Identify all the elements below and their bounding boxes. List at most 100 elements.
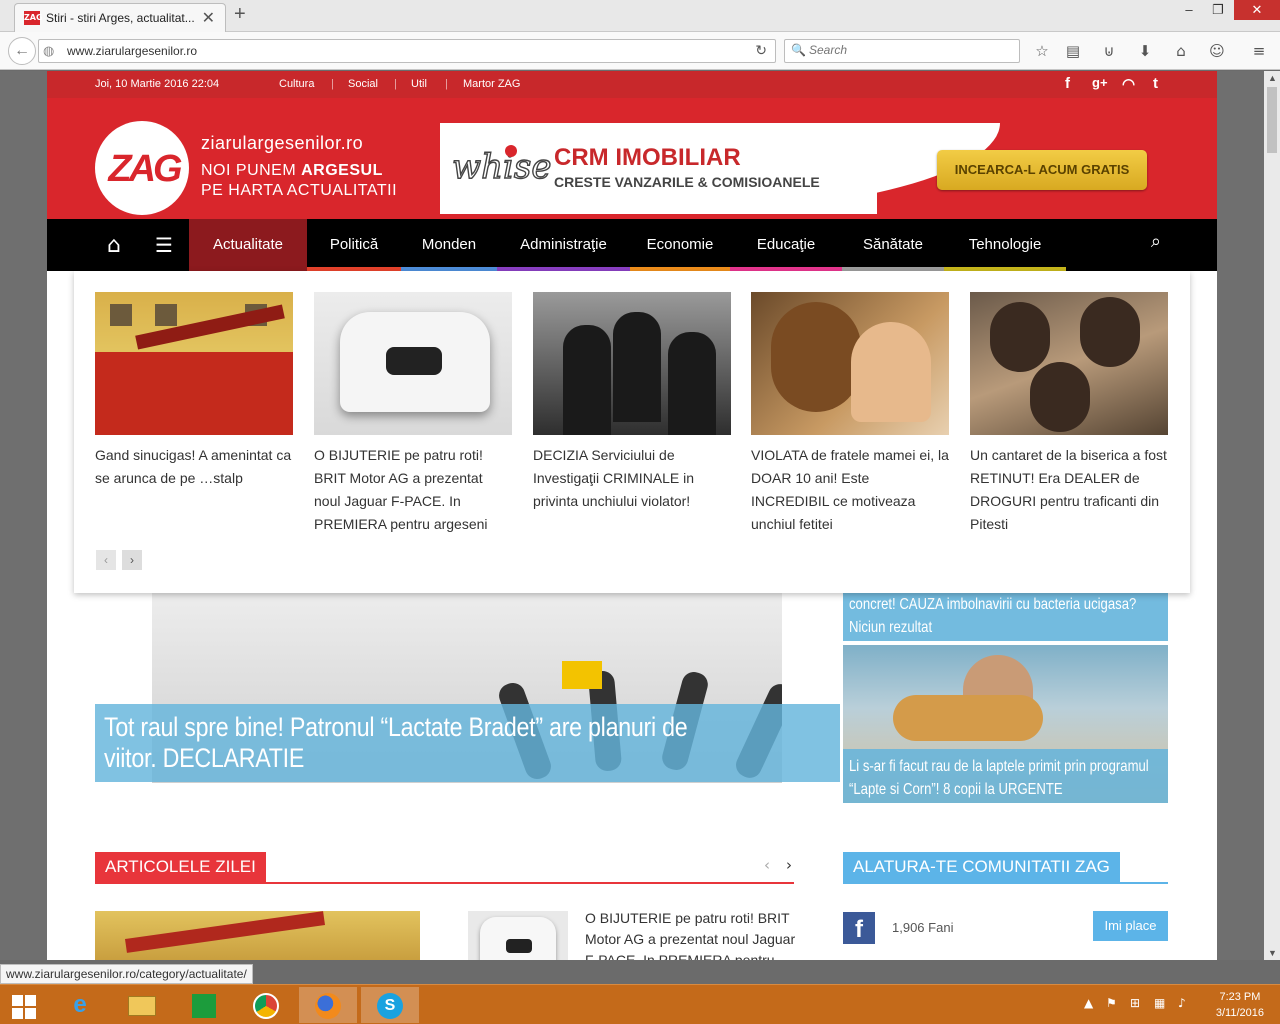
scroll-thumb[interactable] — [1267, 87, 1277, 153]
internet-explorer-icon[interactable]: e — [51, 987, 109, 1023]
home-icon[interactable]: ⌂ — [107, 233, 121, 258]
articole-next-icon[interactable]: › — [786, 856, 792, 874]
card-title[interactable]: DECIZIA Serviciului de Investigaţii CRIM… — [533, 444, 731, 513]
twitter-icon[interactable]: t — [1153, 75, 1158, 92]
image-figure — [95, 352, 293, 435]
community-rule — [843, 882, 1168, 884]
toplink-util[interactable]: Util — [411, 78, 427, 90]
page-viewport: Joi, 10 Martie 2016 22:04 Cultura | Soci… — [0, 71, 1264, 960]
site-search-icon[interactable]: ⌕ — [1151, 231, 1161, 252]
search-bar[interactable]: 🔍 — [784, 39, 1020, 63]
dropdown-card[interactable]: O BIJUTERIE pe patru roti! BRIT Motor AG… — [314, 292, 512, 536]
nav-monden[interactable]: Monden — [401, 219, 497, 271]
site-name[interactable]: ziarulargesenilor.ro — [201, 133, 363, 154]
dropdown-card[interactable]: DECIZIA Serviciului de Investigaţii CRIM… — [533, 292, 731, 513]
back-icon[interactable]: ← — [8, 37, 36, 65]
hero-title[interactable]: Tot raul spre bine! Patronul “Lactate Br… — [104, 712, 723, 774]
start-button[interactable] — [0, 987, 58, 1023]
card-title[interactable]: Gand sinucigas! A amenintat ca se arunca… — [95, 444, 293, 490]
side-story-1[interactable]: concret! CAUZA imbolnavirii cu bacteria … — [843, 586, 1168, 641]
slogan-line2: PE HARTA ACTUALITATII — [201, 182, 398, 199]
nav-tehnologie[interactable]: Tehnologie — [944, 219, 1066, 271]
card-title[interactable]: O BIJUTERIE pe patru roti! BRIT Motor AG… — [314, 444, 512, 536]
search-input[interactable] — [809, 43, 1009, 57]
minimize-icon[interactable]: – — [1174, 0, 1204, 20]
facebook-icon[interactable]: f — [1065, 75, 1070, 92]
firefox-icon[interactable] — [299, 987, 357, 1023]
dropdown-card[interactable]: Un cantaret de la biserica a fost RETINU… — [970, 292, 1168, 536]
page-scrollbar[interactable]: ▲ ▼ — [1264, 71, 1280, 960]
card-thumbnail[interactable] — [533, 292, 731, 435]
side-story-2-title[interactable]: Li s-ar fi facut rau de la laptele primi… — [849, 755, 1161, 801]
home-icon[interactable]: ⌂ — [1170, 40, 1192, 62]
nav-politica[interactable]: Politică — [307, 219, 401, 271]
card-title[interactable]: Un cantaret de la biserica a fost RETINU… — [970, 444, 1168, 536]
pocket-icon[interactable]: ⊍ — [1098, 40, 1120, 62]
articole-thumb[interactable] — [468, 911, 568, 960]
image-figure — [386, 347, 442, 375]
side-story-1-title[interactable]: concret! CAUZA imbolnavirii cu bacteria … — [849, 593, 1161, 639]
divider: | — [445, 78, 448, 90]
skype-icon[interactable]: S — [361, 987, 419, 1023]
downloads-icon[interactable]: ⬇ — [1134, 40, 1156, 62]
ad-banner[interactable]: whise CRM IMOBILIAR CRESTE VANZARILE & C… — [440, 123, 1217, 214]
nav-administratie[interactable]: Administraţie — [497, 219, 630, 271]
network-icon[interactable]: ▦ — [1154, 996, 1165, 1010]
card-thumbnail[interactable] — [970, 292, 1168, 435]
articole-item-title[interactable]: O BIJUTERIE pe patru roti! BRIT Motor AG… — [585, 908, 800, 960]
card-thumbnail[interactable] — [751, 292, 949, 435]
rss-icon[interactable]: ◠ — [1122, 75, 1135, 93]
browser-nav-bar: ← ◍ www.ziarulargesenilor.ro ↻ 🔍 ☆ ▤ ⊍ ⬇… — [0, 32, 1280, 70]
nav-economie[interactable]: Economie — [630, 219, 730, 271]
url-text[interactable]: www.ziarulargesenilor.ro — [67, 44, 197, 58]
card-thumbnail[interactable] — [95, 292, 293, 435]
reload-icon[interactable]: ↻ — [755, 42, 767, 59]
image-figure — [668, 332, 716, 435]
reading-list-icon[interactable]: ▤ — [1062, 40, 1084, 62]
card-title[interactable]: VIOLATA de fratele mamei ei, la DOAR 10 … — [751, 444, 949, 536]
nav-label: Economie — [646, 236, 714, 253]
toplink-social[interactable]: Social — [348, 78, 378, 90]
browser-tab[interactable]: ZAG Stiri - stiri Arges, actualitat... ✕ — [14, 3, 226, 32]
dropdown-card[interactable]: VIOLATA de fratele mamei ei, la DOAR 10 … — [751, 292, 949, 536]
nav-educatie[interactable]: Educaţie — [730, 219, 842, 271]
show-hidden-icons-icon[interactable]: ▲ — [1084, 996, 1093, 1010]
dropdown-card[interactable]: Gand sinucigas! A amenintat ca se arunca… — [95, 292, 293, 490]
dropdown-next-icon[interactable]: › — [122, 550, 142, 570]
facebook-icon[interactable]: f — [843, 912, 875, 944]
nav-sanatate[interactable]: Sănătate — [842, 219, 944, 271]
hello-chat-icon[interactable]: ☺ — [1206, 40, 1228, 62]
nav-label: Actualitate — [212, 236, 284, 253]
toplink-martor-zag[interactable]: Martor ZAG — [463, 78, 520, 90]
window-close-icon[interactable]: ✕ — [1234, 0, 1280, 20]
google-plus-icon[interactable]: g+ — [1092, 75, 1108, 90]
side-story-2[interactable]: Li s-ar fi facut rau de la laptele primi… — [843, 645, 1168, 803]
articole-main-image[interactable] — [95, 911, 420, 960]
action-center-flag-icon[interactable]: ⚑ — [1106, 996, 1117, 1010]
dropdown-prev-icon[interactable]: ‹ — [96, 550, 116, 570]
card-thumbnail[interactable] — [314, 292, 512, 435]
chrome-icon[interactable] — [237, 987, 295, 1023]
scroll-up-icon[interactable]: ▲ — [1268, 73, 1277, 83]
store-shape — [192, 994, 216, 1018]
articole-prev-icon[interactable]: ‹ — [764, 856, 770, 874]
toplink-cultura[interactable]: Cultura — [279, 78, 314, 90]
scroll-down-icon[interactable]: ▼ — [1268, 948, 1277, 958]
address-bar[interactable]: ◍ www.ziarulargesenilor.ro ↻ — [38, 39, 776, 63]
close-tab-icon[interactable]: ✕ — [202, 8, 215, 28]
ad-cta-button[interactable]: INCEARCA-L ACUM GRATIS — [937, 150, 1147, 190]
system-clock[interactable]: 7:23 PM 3/11/2016 — [1216, 989, 1264, 1021]
store-icon[interactable] — [175, 987, 233, 1023]
nav-actualitate[interactable]: Actualitate — [189, 219, 307, 271]
menu-icon[interactable]: ≡ — [1248, 40, 1270, 62]
volume-icon[interactable]: ♪ — [1178, 996, 1186, 1010]
slogan: NOI PUNEM ARGESUL PE HARTA ACTUALITATII — [201, 161, 397, 201]
new-tab-icon[interactable]: + — [234, 3, 246, 26]
file-explorer-icon[interactable] — [113, 987, 171, 1023]
bookmark-star-icon[interactable]: ☆ — [1031, 40, 1053, 62]
windows-tray-icon[interactable]: ⊞ — [1130, 996, 1140, 1010]
hamburger-menu-icon[interactable]: ☰ — [155, 233, 173, 257]
hero-caption[interactable]: Tot raul spre bine! Patronul “Lactate Br… — [95, 704, 840, 782]
restore-icon[interactable]: ❐ — [1203, 0, 1233, 20]
like-button[interactable]: Imi place — [1093, 911, 1168, 941]
